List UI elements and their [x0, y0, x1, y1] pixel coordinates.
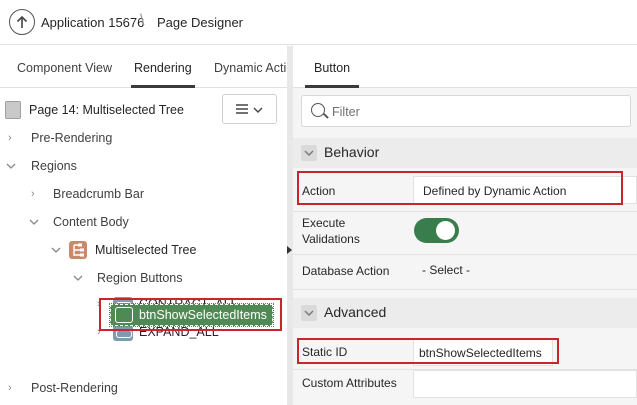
tree-label: Breadcrumb Bar [53, 187, 145, 201]
tree-node-region-buttons[interactable]: Region Buttons [0, 268, 280, 290]
left-tab-bar: Component View Rendering Dynamic Acti [0, 46, 287, 88]
breadcrumb-page-designer: Page Designer [157, 15, 243, 30]
rendering-panel: Component View Rendering Dynamic Acti Pa… [0, 46, 287, 405]
active-tab-indicator [131, 85, 195, 88]
row-divider [293, 254, 637, 255]
navigate-up-button[interactable] [9, 9, 35, 35]
group-title: Behavior [324, 144, 380, 160]
chevron-down-icon [73, 275, 83, 281]
arrow-up-icon [16, 15, 28, 28]
execute-validations-label: Execute [302, 216, 346, 230]
tree-label: Content Body [53, 215, 129, 229]
page-designer-header: Application 15676 \ Page Designer [0, 0, 637, 45]
chevron-right-icon: › [8, 132, 12, 144]
tree-label: Pre-Rendering [31, 131, 113, 145]
page-title: Page 14: Multiselected Tree [29, 103, 184, 117]
row-divider [293, 289, 637, 290]
chevron-down-icon [51, 247, 61, 253]
tree-node-regions[interactable]: Regions [0, 156, 280, 178]
row-divider [293, 211, 637, 212]
highlight-box [99, 298, 282, 331]
database-action-label: Database Action [302, 264, 390, 278]
chevron-down-icon [29, 219, 39, 225]
breadcrumb-application[interactable]: Application 15676 [41, 15, 144, 30]
tree-node-multiselected-tree[interactable]: Multiselected Tree [0, 240, 280, 262]
group-title: Advanced [324, 304, 387, 320]
search-icon [311, 103, 325, 117]
tab-button[interactable]: Button [314, 61, 350, 75]
execute-validations-toggle[interactable] [414, 218, 459, 243]
active-tab-indicator [305, 85, 359, 88]
tree-node-content-body[interactable]: Content Body [0, 212, 280, 234]
highlight-box [297, 338, 559, 364]
tab-component-view[interactable]: Component View [17, 61, 112, 75]
filter-input[interactable] [332, 103, 612, 121]
tree-label: Post-Rendering [31, 381, 118, 395]
custom-attributes-label: Custom Attributes [302, 376, 397, 390]
breadcrumb-separator: \ [140, 12, 145, 29]
property-editor: Button Behavior Action Defined by Dynami… [293, 46, 637, 405]
collapse-arrow-icon[interactable] [287, 246, 292, 254]
region-tree-icon [69, 241, 87, 259]
filter-box [301, 95, 631, 127]
right-tab-bar: Button [293, 46, 637, 88]
tree-label: Multiselected Tree [95, 243, 197, 257]
tree-node-post-rendering[interactable]: › Post-Rendering [0, 378, 280, 400]
chevron-right-icon: › [31, 188, 35, 200]
tree-node-pre-rendering[interactable]: › Pre-Rendering [0, 128, 280, 150]
tree-label: Regions [31, 159, 77, 173]
list-menu-icon [236, 104, 263, 114]
execute-validations-label-2: Validations [302, 232, 360, 246]
tree-menu-button[interactable] [222, 94, 277, 124]
highlight-box [297, 171, 623, 205]
page-icon [5, 101, 21, 119]
chevron-down-icon[interactable] [301, 305, 317, 321]
database-action-select[interactable]: - Select - [413, 256, 637, 284]
toggle-knob [436, 221, 455, 240]
tree-label: Region Buttons [97, 271, 183, 285]
tree-node-breadcrumb-bar[interactable]: › Breadcrumb Bar [0, 184, 280, 206]
group-advanced[interactable]: Advanced [293, 298, 637, 328]
database-action-value: - Select - [422, 263, 471, 277]
custom-attributes-input[interactable] [413, 370, 637, 398]
tab-dynamic-actions[interactable]: Dynamic Acti [214, 61, 286, 75]
chevron-right-icon: › [8, 382, 12, 394]
tab-rendering[interactable]: Rendering [134, 61, 192, 75]
group-behavior[interactable]: Behavior [293, 138, 637, 168]
chevron-down-icon[interactable] [301, 145, 317, 161]
chevron-down-icon [6, 163, 16, 169]
